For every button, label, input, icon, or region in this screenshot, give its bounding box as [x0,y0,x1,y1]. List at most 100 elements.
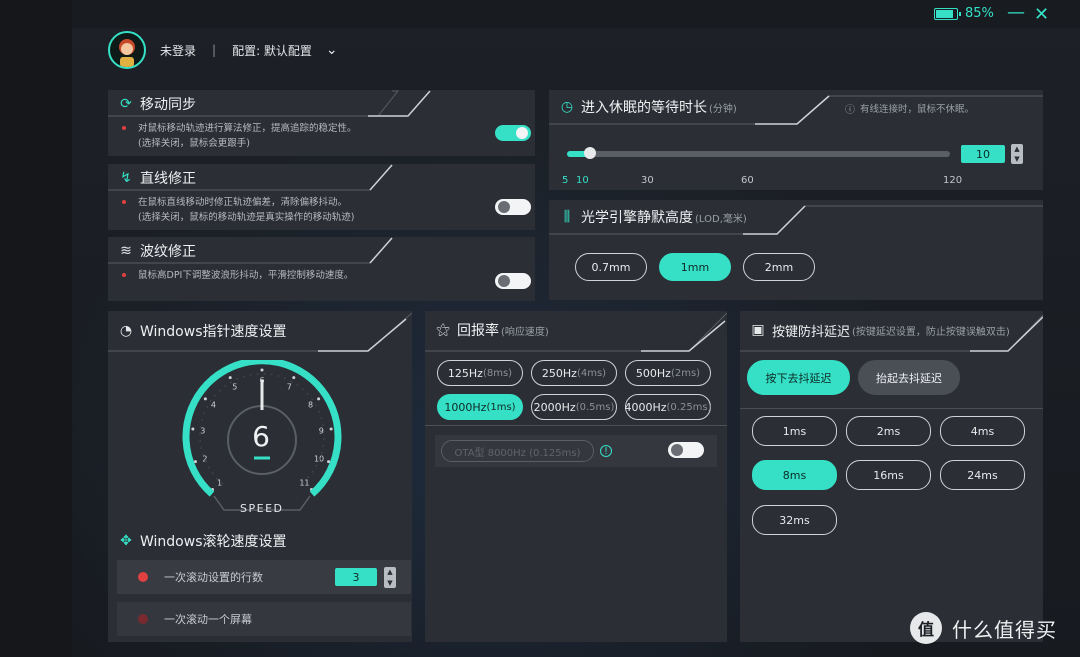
gauge-tick-dot [260,368,264,372]
bullet-dot [122,273,126,277]
config-selector[interactable]: 配置: 默认配置 [232,42,312,59]
scroll-lines-input[interactable]: 3 [335,568,377,586]
info-icon[interactable]: ! [600,445,612,457]
sleep-tick-30: 30 [641,175,654,186]
debounce-header: ▣ 按键防抖延迟 (按键延迟设置，防止按键误触双击) [740,311,1043,349]
debounce-title: 按键防抖延迟 [772,324,851,340]
pointer-speed-title: Windows指针速度设置 [140,324,287,340]
angle-snap-desc: 在鼠标直线移动时修正轨迹偏差，清除偏移抖动。 (选择关闭，鼠标的移动轨迹是真实操… [122,195,355,225]
lod-option-1mm[interactable]: 1mm [659,253,731,281]
avatar[interactable] [108,31,146,69]
pointer-speed-value: 6 [252,420,270,453]
gauge-tick-dot [203,397,207,401]
sleep-tick-5: 5 [562,175,569,186]
polling-125hz-hz: 125Hz [447,366,483,380]
polling-rate-header: ⚝ 回报率 (响应速度) [425,311,727,349]
up-arrow-icon[interactable]: ▲ [1014,145,1019,153]
down-arrow-icon[interactable]: ▼ [387,579,392,587]
mobile-sync-desc-line2: (选择关闭，鼠标会更跟手) [138,138,250,149]
debounce-2ms[interactable]: 2ms [846,416,931,446]
gauge-tick-label: 2 [202,455,207,464]
polling-1000hz-hz: 1000Hz [444,400,487,414]
debounce-8ms[interactable]: 8ms [752,460,837,490]
lod-title: 光学引擎静默高度 [581,210,693,226]
close-icon[interactable]: ✕ [1034,4,1049,25]
sleep-slider-track[interactable] [567,151,950,157]
radio-dot [138,572,148,582]
mobile-sync-title: 移动同步 [140,97,196,113]
chevron-down-icon[interactable]: ⌄ [326,42,338,58]
debounce-1ms[interactable]: 1ms [752,416,837,446]
polling-1000hz[interactable]: 1000Hz (1ms) [437,394,523,420]
polling-125hz[interactable]: 125Hz (8ms) [437,360,523,386]
lod-option-2mm[interactable]: 2mm [743,253,815,281]
mobile-sync-toggle[interactable] [495,125,531,141]
scroll-lines-stepper[interactable]: ▲ ▼ [384,567,396,588]
battery-fill [936,10,953,18]
polling-500hz[interactable]: 500Hz (2ms) [625,360,711,386]
gauge-tick-label: 5 [232,383,237,392]
mobile-sync-header: ⟳ 移动同步 [108,90,535,118]
sleep-tick-10: 10 [576,175,589,186]
minimize-icon[interactable]: — [1007,2,1025,23]
up-arrow-icon[interactable]: ▲ [387,568,392,576]
avatar-icon [119,39,135,67]
polling-500hz-ms: (2ms) [670,367,701,379]
mobile-sync-desc-line1: 对鼠标移动轨迹进行算法修正，提高追踪的稳定性。 [138,123,357,134]
angle-snap-panel: ↯ 直线修正 在鼠标直线移动时修正轨迹偏差，清除偏移抖动。 (选择关闭，鼠标的移… [108,164,535,230]
sleep-value-input[interactable]: 10 [961,145,1005,163]
battery-icon [934,8,961,20]
ripple-panel: ≋ 波纹修正 鼠标高DPI下调整波浪形抖动，平滑控制移动速度。 [108,237,535,301]
toggle-knob [671,444,683,456]
ripple-desc: 鼠标高DPI下调整波浪形抖动，平滑控制移动速度。 [122,268,353,283]
polling-2000hz[interactable]: 2000Hz (0.5ms) [531,394,617,420]
bullet-dot [122,200,126,204]
polling-250hz[interactable]: 250Hz (4ms) [531,360,617,386]
toggle-knob [516,127,528,139]
ota-8000hz-option[interactable]: OTA型 8000Hz (0.125ms) [441,440,594,462]
sleep-note: 有线连接时，鼠标不休眠。 [860,104,975,115]
debounce-4ms[interactable]: 4ms [940,416,1025,446]
info-icon: ⓘ [845,105,855,116]
sleep-slider-handle[interactable] [584,147,597,159]
polling-2000hz-hz: 2000Hz [533,400,576,414]
login-status[interactable]: 未登录 [160,42,196,59]
angle-snap-toggle[interactable] [495,199,531,215]
debounce-32ms[interactable]: 32ms [752,505,837,535]
gauge-tick-label: 4 [211,401,216,410]
polling-2000hz-ms: (0.5ms) [575,401,615,413]
sleep-title: 进入休眠的等待时长 [581,100,707,116]
polling-4000hz-ms: (0.25ms) [666,401,712,413]
scroll-option-screen[interactable]: 一次滚动一个屏幕 [117,602,411,636]
title-bar [72,0,1080,28]
angle-snap-desc-line1: 在鼠标直线移动时修正轨迹偏差，清除偏移抖动。 [138,197,348,208]
clock-icon: ◷ [560,99,574,115]
polling-250hz-ms: (4ms) [576,367,607,379]
sleep-tick-120: 120 [943,175,963,186]
down-arrow-icon[interactable]: ▼ [1014,155,1019,163]
scroll-speed-title: Windows滚轮速度设置 [140,534,287,550]
lod-option-0.7mm[interactable]: 0.7mm [575,253,647,281]
ripple-title: 波纹修正 [140,244,196,260]
tab-release-debounce[interactable]: 抬起去抖延迟 [858,360,960,395]
ripple-header: ≋ 波纹修正 [108,237,535,265]
gauge-tick-dot [327,460,331,464]
sleep-tick-60: 60 [741,175,754,186]
gauge-tick-dot [193,460,197,464]
angle-snap-desc-line2: (选择关闭，鼠标的移动轨迹是真实操作的移动轨迹) [138,212,355,223]
tab-press-debounce[interactable]: 按下去抖延迟 [747,360,850,395]
ota-toggle[interactable] [668,442,704,458]
divider [425,425,727,426]
polling-4000hz[interactable]: 4000Hz (0.25ms) [624,394,712,420]
scroll-option-lines-label: 一次滚动设置的行数 [164,571,263,584]
debounce-subtitle: (按键延迟设置，防止按键误触双击) [852,326,1010,338]
gauge-tick-dot [191,427,195,431]
debounce-24ms[interactable]: 24ms [940,460,1025,490]
lod-header: ⫼ 光学引擎静默高度 (LOD,毫米) [549,200,1043,234]
toggle-knob [498,275,510,287]
sleep-stepper[interactable]: ▲ ▼ [1011,144,1023,164]
left-edge [0,0,72,657]
speed-label: SPEED [240,502,284,515]
ripple-toggle[interactable] [495,273,531,289]
debounce-16ms[interactable]: 16ms [846,460,931,490]
